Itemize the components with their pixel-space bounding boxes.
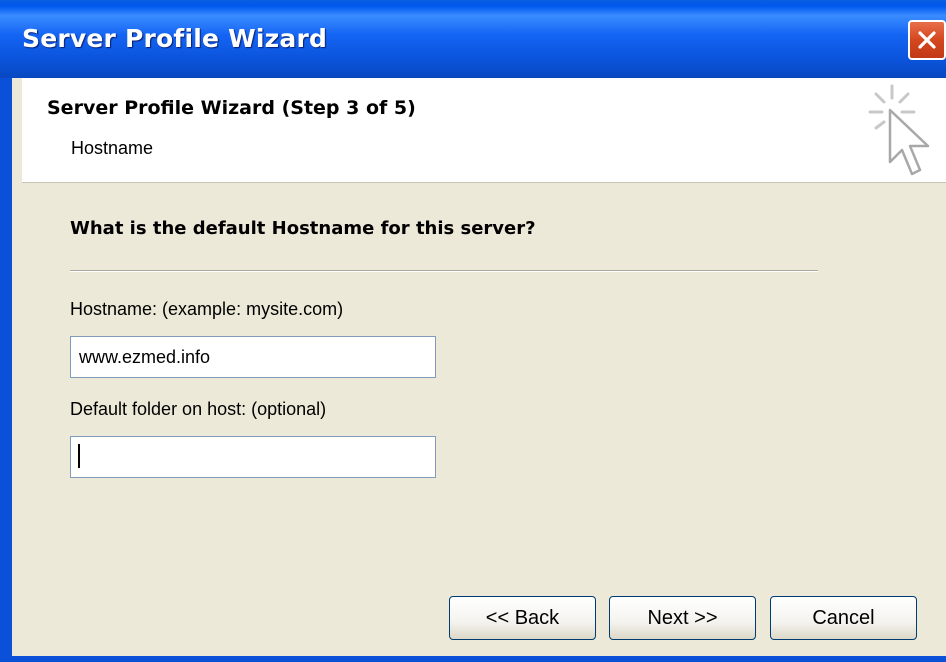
- close-button[interactable]: [908, 20, 946, 60]
- title-bar[interactable]: Server Profile Wizard: [0, 0, 946, 78]
- wizard-header: Server Profile Wizard (Step 3 of 5) Host…: [22, 78, 946, 183]
- hostname-input[interactable]: [70, 336, 436, 378]
- wizard-cursor-icon: [868, 84, 930, 176]
- close-icon: [918, 31, 936, 49]
- divider: [70, 270, 818, 272]
- step-subtitle: Hostname: [71, 138, 154, 158]
- text-caret: [78, 444, 80, 468]
- wizard-window: Server Profile Wizard Server Profile Wiz…: [0, 0, 946, 662]
- folder-label: Default folder on host: (optional): [70, 399, 327, 419]
- back-button[interactable]: << Back: [449, 596, 596, 640]
- next-button[interactable]: Next >>: [609, 596, 756, 640]
- window-title: Server Profile Wizard: [22, 24, 328, 53]
- cancel-button[interactable]: Cancel: [770, 596, 917, 640]
- folder-input[interactable]: [70, 436, 436, 478]
- question-heading: What is the default Hostname for this se…: [70, 218, 536, 239]
- hostname-label: Hostname: (example: mysite.com): [70, 299, 344, 319]
- step-title: Server Profile Wizard (Step 3 of 5): [47, 97, 416, 119]
